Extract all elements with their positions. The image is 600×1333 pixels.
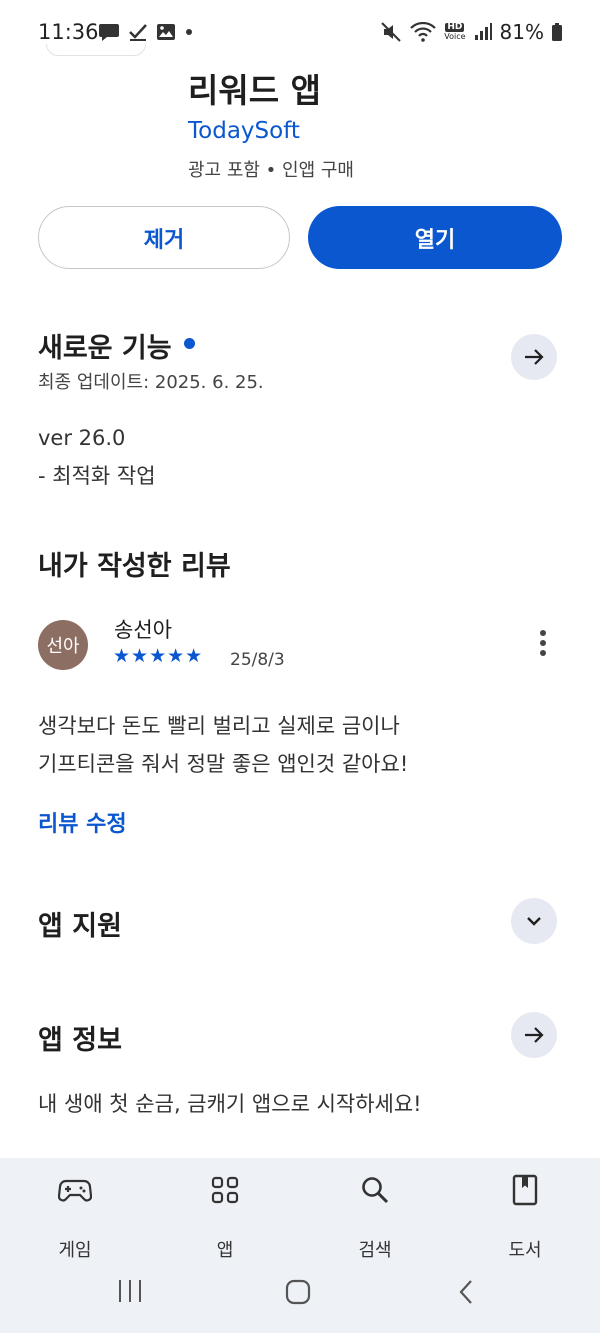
- whats-new-title: 새로운 기능: [38, 333, 172, 364]
- back-button[interactable]: [456, 1278, 476, 1310]
- nav-item-games[interactable]: 게임: [25, 1172, 125, 1262]
- hd-voice-top: HD: [445, 22, 465, 32]
- review-date: 25/8/3: [230, 650, 285, 670]
- release-notes: - 최적화 작업: [38, 464, 156, 488]
- uninstall-button[interactable]: 제거: [38, 206, 290, 269]
- rating-stars: ★★★★★: [113, 645, 204, 667]
- open-button[interactable]: 열기: [308, 206, 562, 269]
- home-icon: [285, 1279, 311, 1305]
- signal-icon: [474, 23, 492, 40]
- hd-voice-icon: HD Voice: [444, 22, 466, 42]
- arrow-right-icon: [525, 1027, 544, 1043]
- mute-icon: [381, 22, 401, 42]
- home-button[interactable]: [284, 1278, 312, 1310]
- chat-bubble-icon: [99, 24, 119, 41]
- wifi-icon: [410, 22, 437, 42]
- review-text-line-1: 생각보다 돈도 빨리 벌리고 실제로 금이나: [38, 714, 400, 738]
- back-icon: [459, 1280, 472, 1304]
- apps-grid-icon: [211, 1176, 239, 1204]
- battery-percent: 81%: [499, 20, 544, 44]
- nav-item-books[interactable]: 도서: [475, 1172, 575, 1262]
- app-support-title[interactable]: 앱 지원: [38, 904, 122, 943]
- notification-icons: [98, 22, 194, 42]
- last-updated: 최종 업데이트: 2025. 6. 25.: [38, 372, 264, 393]
- recent-apps-icon: [119, 1280, 141, 1302]
- nav-item-apps[interactable]: 앱: [175, 1172, 275, 1262]
- system-icons: HD Voice 81%: [380, 20, 562, 44]
- chevron-down-icon: [527, 917, 541, 926]
- whats-new-arrow-button[interactable]: [511, 334, 557, 380]
- search-icon: [362, 1177, 389, 1204]
- app-title: 리워드 앱: [188, 71, 321, 110]
- app-info-arrow-button[interactable]: [511, 1012, 557, 1058]
- new-indicator-dot: [183, 338, 195, 349]
- hd-voice-bottom: Voice: [444, 32, 466, 41]
- book-icon: [512, 1174, 538, 1206]
- app-info-title[interactable]: 앱 정보: [38, 1018, 122, 1057]
- status-bar: 11:36 HD Voice 81%: [0, 0, 600, 66]
- app-icon-edge: [46, 44, 146, 56]
- app-info-description: 내 생애 첫 순금, 금캐기 앱으로 시작하세요!: [38, 1092, 422, 1116]
- app-support-expand-button[interactable]: [511, 898, 557, 944]
- developer-link[interactable]: TodaySoft: [188, 118, 300, 144]
- reviewer-name: 송선아: [114, 618, 172, 642]
- avatar: 선아: [38, 620, 88, 670]
- nav-label-apps: 앱: [216, 1240, 234, 1261]
- recent-apps-button[interactable]: [116, 1278, 144, 1308]
- bottom-navigation: 게임 앱 검색 도서: [0, 1158, 600, 1333]
- edit-review-link[interactable]: 리뷰 수정: [38, 806, 127, 838]
- nav-label-search: 검색: [358, 1240, 392, 1261]
- nav-label-games: 게임: [58, 1240, 92, 1261]
- dot-icon: [186, 29, 192, 35]
- battery-icon: [552, 23, 562, 41]
- nav-label-books: 도서: [508, 1240, 542, 1261]
- arrow-right-icon: [525, 349, 544, 365]
- whats-new-header[interactable]: 새로운 기능: [38, 326, 195, 365]
- nav-item-search[interactable]: 검색: [325, 1172, 425, 1262]
- version-text: ver 26.0: [38, 426, 126, 450]
- image-icon: [157, 24, 175, 40]
- app-meta: 광고 포함 • 인앱 구매: [188, 160, 354, 181]
- check-icon: [129, 24, 147, 41]
- gamepad-icon: [58, 1179, 92, 1202]
- status-time: 11:36: [38, 20, 99, 44]
- my-review-title: 내가 작성한 리뷰: [38, 551, 231, 582]
- review-text-line-2: 기프티콘을 줘서 정말 좋은 앱인것 같아요!: [38, 752, 409, 776]
- more-options-icon[interactable]: [538, 630, 548, 660]
